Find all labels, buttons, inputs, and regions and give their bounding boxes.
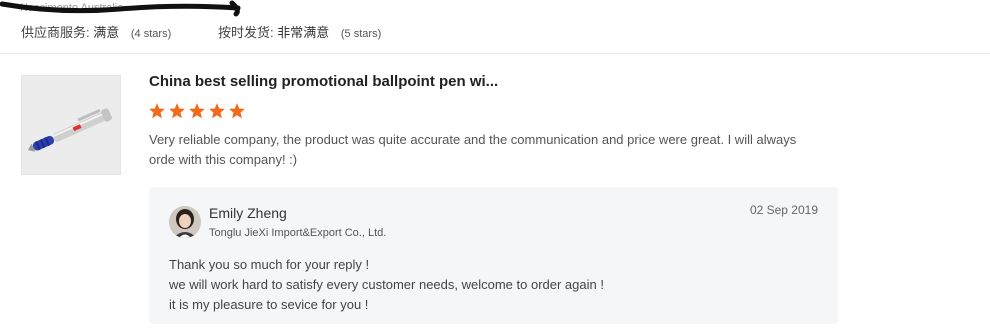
reply-company-name: Tonglu JieXi Import&Export Co., Ltd. bbox=[209, 227, 387, 239]
product-thumbnail[interactable] bbox=[21, 75, 121, 175]
review-item: China best selling promotional ballpoint… bbox=[0, 55, 990, 328]
star-icon bbox=[209, 103, 225, 119]
reply-author-name: Emily Zheng bbox=[209, 205, 287, 221]
star-icon bbox=[169, 103, 185, 119]
rating-value: 非常满意 bbox=[277, 25, 330, 40]
star-icon bbox=[189, 103, 205, 119]
rating-count: (4 stars) bbox=[130, 28, 172, 40]
reply-line: Thank you so much for your reply ! bbox=[169, 257, 370, 272]
product-title-link[interactable]: China best selling promotional ballpoint… bbox=[149, 73, 498, 90]
rating-label: 按时发货: bbox=[218, 25, 274, 40]
rating-label: 供应商服务: bbox=[21, 25, 90, 40]
reply-message: Thank you so much for your reply ! we wi… bbox=[169, 255, 809, 315]
reply-line: it is my pleasure to sevice for you ! bbox=[169, 297, 369, 312]
rating-value: 满意 bbox=[93, 25, 120, 40]
reply-line: we will work hard to satisfy every custo… bbox=[169, 277, 604, 292]
star-icon bbox=[229, 103, 245, 119]
avatar-image bbox=[169, 206, 201, 238]
ballpoint-pen-image bbox=[22, 76, 120, 174]
previous-review-footer: Nascimento Australia 供应商服务: 满意 (4 stars)… bbox=[0, 0, 990, 54]
supplier-service-rating: 供应商服务: 满意 (4 stars) bbox=[21, 22, 171, 41]
supplier-reply: Emily Zheng Tonglu JieXi Import&Export C… bbox=[149, 187, 838, 324]
avatar bbox=[169, 206, 201, 238]
rating-count: (5 stars) bbox=[340, 28, 382, 40]
redaction-mark bbox=[0, 0, 241, 17]
review-text: Very reliable company, the product was q… bbox=[149, 132, 797, 167]
on-time-shipping-rating: 按时发货: 非常满意 (5 stars) bbox=[218, 22, 381, 41]
reply-date: 02 Sep 2019 bbox=[749, 203, 818, 217]
star-icon bbox=[149, 103, 165, 119]
review-star-rating bbox=[148, 102, 246, 120]
